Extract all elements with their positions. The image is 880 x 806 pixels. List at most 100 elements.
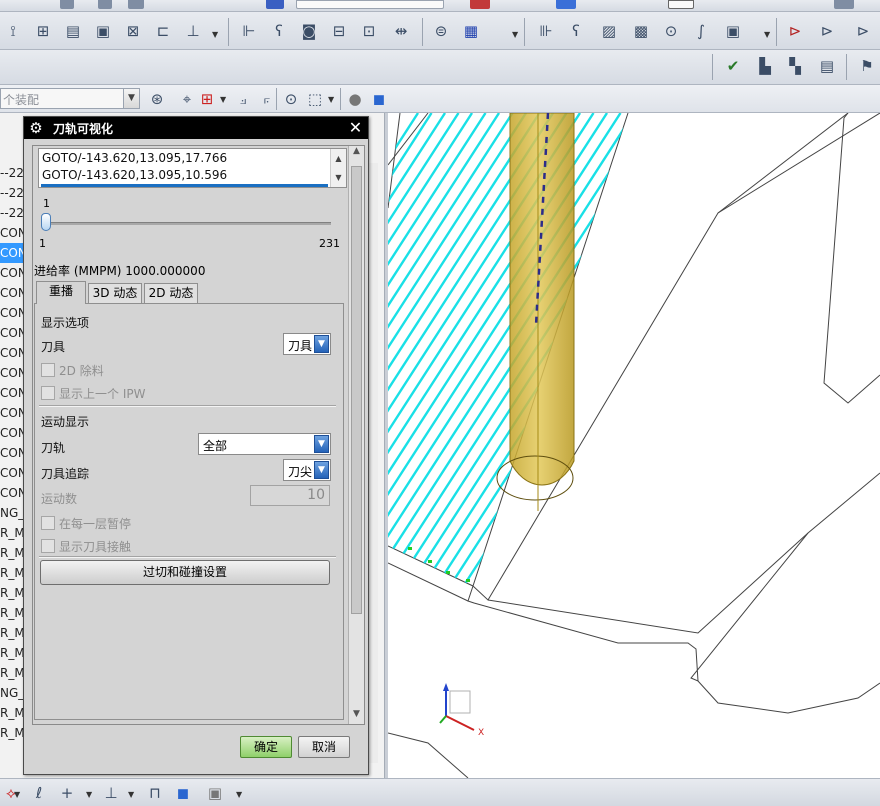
snap-icon[interactable]: ⌖ <box>176 88 198 110</box>
operation-icon[interactable]: ⊥ <box>182 20 204 42</box>
navigator-row[interactable]: R_MI <box>0 523 24 543</box>
navigator-row[interactable]: R_MI <box>0 703 24 723</box>
operation-icon[interactable]: ⊳ <box>784 20 806 42</box>
navigator-row[interactable]: CON <box>0 423 24 443</box>
ok-button[interactable]: 确定 <box>240 736 292 758</box>
navigator-row[interactable]: CON <box>0 283 24 303</box>
gear-icon[interactable]: ⚙ <box>27 119 45 137</box>
remove-2d-checkbox[interactable] <box>41 363 55 377</box>
chevron-up-icon[interactable]: ▲ <box>349 146 364 161</box>
block-icon[interactable]: ▣ <box>204 782 226 804</box>
goto-line[interactable]: GOTO/-143.620,13.095,10.596 <box>42 168 227 182</box>
operation-icon[interactable]: ⊠ <box>122 20 144 42</box>
dropdown-arrow-icon[interactable]: ▼ <box>14 790 22 799</box>
toolbar-combo[interactable] <box>296 0 444 9</box>
navigator-row[interactable]: R_MI <box>0 663 24 683</box>
tab-2d-dynamic[interactable]: 2D 动态 <box>144 283 198 303</box>
dropdown-arrow-icon[interactable]: ▼ <box>86 790 94 799</box>
assembly-select[interactable]: 个装配 ▼ <box>0 88 140 109</box>
goto-scrollbar[interactable]: ▲ ▼ <box>330 149 346 187</box>
operation-icon[interactable]: ▣ <box>722 20 744 42</box>
tool-trace-select[interactable]: 刀尖 ▼ <box>283 459 331 481</box>
chevron-down-icon[interactable]: ▼ <box>349 709 364 724</box>
dropdown-arrow-icon[interactable]: ▼ <box>212 30 220 39</box>
tool-icon[interactable] <box>668 0 694 9</box>
navigator-row[interactable]: R_MI <box>0 603 24 623</box>
tool-icon[interactable] <box>128 0 144 9</box>
tool-icon[interactable] <box>60 0 74 9</box>
dropdown-arrow-icon[interactable]: ▼ <box>128 790 136 799</box>
tab-replay[interactable]: 重播 <box>36 281 86 304</box>
cube-icon[interactable]: ◼ <box>368 88 390 110</box>
motion-slider-track[interactable] <box>43 222 331 225</box>
snap-icon[interactable]: ⟔ <box>256 88 278 110</box>
navigator-row[interactable]: CON <box>0 463 24 483</box>
navigator-row[interactable]: CON <box>0 443 24 463</box>
chevron-down-icon[interactable]: ▼ <box>331 168 346 187</box>
shade-icon[interactable]: ● <box>344 88 366 110</box>
operation-icon[interactable]: ▤ <box>62 20 84 42</box>
operation-icon[interactable]: ⇹ <box>390 20 412 42</box>
tab-3d-dynamic[interactable]: 3D 动态 <box>88 283 142 303</box>
navigator-row[interactable]: NG_3 <box>0 683 24 703</box>
close-icon[interactable]: ✕ <box>346 118 365 137</box>
curve-icon[interactable]: ℓ <box>28 782 50 804</box>
navigator-row[interactable]: CON <box>0 263 24 283</box>
snap-icon[interactable]: ⊞ <box>196 88 218 110</box>
cancel-button[interactable]: 取消 <box>298 736 350 758</box>
operation-icon[interactable]: ⊟ <box>328 20 350 42</box>
goto-listbox[interactable]: GOTO/-143.620,13.095,17.766 GOTO/-143.62… <box>38 148 347 188</box>
operation-icon[interactable]: ⊜ <box>430 20 452 42</box>
navigator-row[interactable]: CON <box>0 303 24 323</box>
cube-icon[interactable]: ◼ <box>172 782 194 804</box>
snap-icon[interactable]: ⊙ <box>280 88 302 110</box>
chevron-up-icon[interactable]: ▲ <box>331 149 346 168</box>
tool-icon[interactable] <box>470 0 490 9</box>
selection-box-icon[interactable]: ⬚ <box>304 88 326 110</box>
operation-icon[interactable]: ⊞ <box>32 20 54 42</box>
navigator-row[interactable]: R_MI <box>0 643 24 663</box>
show-tool-contact-checkbox[interactable] <box>41 539 55 553</box>
navigator-row[interactable]: R_MI <box>0 623 24 643</box>
toolpath-select[interactable]: 全部 ▼ <box>198 433 331 455</box>
operation-icon[interactable]: ʕ <box>565 20 587 42</box>
navigator-row[interactable]: --22 <box>0 183 24 203</box>
dropdown-arrow-icon[interactable]: ▼ <box>764 30 772 39</box>
dropdown-arrow-icon[interactable]: ▼ <box>314 435 329 453</box>
tool-icon[interactable] <box>266 0 284 9</box>
navigator-row[interactable]: R_MI <box>0 723 24 743</box>
dialog-title-bar[interactable]: ⚙ 刀轨可视化 ✕ <box>24 117 368 139</box>
navigator-row[interactable]: CON <box>0 483 24 503</box>
navigator-row[interactable]: NG_3 <box>0 503 24 523</box>
navigator-row[interactable]: CON <box>0 363 24 383</box>
operation-icon[interactable]: ▨ <box>598 20 620 42</box>
navigator-row[interactable]: CON <box>0 403 24 423</box>
operation-icon[interactable]: ⊳ <box>852 20 874 42</box>
navigator-row[interactable]: CON <box>0 223 24 243</box>
dialog-scrollbar[interactable]: ▲ ▼ <box>348 146 364 724</box>
navigator-row[interactable]: CON <box>0 323 24 343</box>
dropdown-arrow-icon[interactable]: ▼ <box>314 335 329 353</box>
navigator-row[interactable]: R_MI <box>0 583 24 603</box>
verify-icon[interactable]: ✔ <box>722 55 744 77</box>
dropdown-arrow-icon[interactable]: ▼ <box>328 95 336 104</box>
operation-icon[interactable]: ⟟ <box>2 20 24 42</box>
dropdown-arrow-icon[interactable]: ▼ <box>314 461 329 479</box>
navigator-row[interactable]: CON <box>0 343 24 363</box>
goto-line[interactable]: GOTO/-143.620,13.095,17.766 <box>42 151 227 165</box>
navigator-row[interactable]: --22 <box>0 203 24 223</box>
operation-icon[interactable]: ⊳ <box>816 20 838 42</box>
chevron-down-icon[interactable]: ▼ <box>123 89 139 108</box>
operation-icon[interactable]: ▦ <box>460 20 482 42</box>
navigator-row[interactable]: R_MI <box>0 563 24 583</box>
csys-icon[interactable]: ⊥ <box>100 782 122 804</box>
operation-icon[interactable]: ▩ <box>630 20 652 42</box>
plus-icon[interactable]: + <box>56 782 78 804</box>
navigator-row[interactable]: CON <box>0 383 24 403</box>
operation-icon[interactable]: ⊪ <box>535 20 557 42</box>
tool-select[interactable]: 刀具 ▼ <box>283 333 331 355</box>
operation-icon[interactable]: ⊙ <box>660 20 682 42</box>
dropdown-arrow-icon[interactable]: ▼ <box>220 95 228 104</box>
operation-icon[interactable]: ▙ <box>754 55 776 77</box>
operation-icon[interactable]: ∫ <box>690 20 712 42</box>
